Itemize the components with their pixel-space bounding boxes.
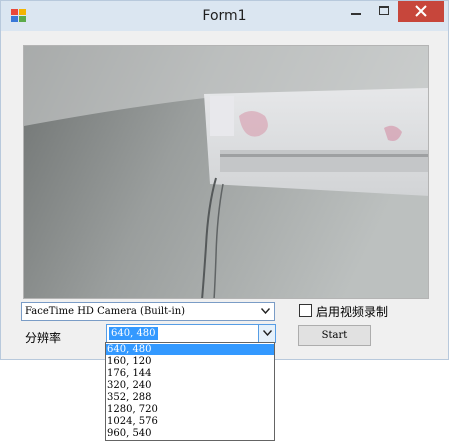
maximize-button[interactable]: [371, 1, 397, 22]
title-bar[interactable]: Form1: [1, 1, 448, 31]
close-icon: [415, 5, 427, 17]
record-video-label[interactable]: 启用视频录制: [316, 303, 388, 320]
resolution-dropdown-list: 640, 480 160, 120 176, 144 320, 240 352,…: [105, 342, 275, 441]
camera-select-arrow[interactable]: [257, 303, 274, 320]
resolution-option[interactable]: 1280, 720: [106, 404, 274, 415]
camera-select-value: FaceTime HD Camera (Built-in): [25, 306, 186, 317]
camera-select[interactable]: FaceTime HD Camera (Built-in): [21, 302, 275, 321]
start-button[interactable]: Start: [298, 325, 371, 346]
resolution-option[interactable]: 960, 540: [106, 428, 274, 439]
camera-preview: [23, 45, 429, 299]
camera-frame-image: [24, 46, 428, 298]
resolution-select-arrow[interactable]: [258, 325, 275, 342]
maximize-icon: [379, 6, 389, 15]
resolution-select-value: 640, 480: [109, 327, 158, 340]
chevron-down-icon: [263, 330, 272, 336]
app-window: Form1 FaceTime HD Camera (Built-in) 启用视频…: [0, 0, 449, 360]
resolution-option[interactable]: 160, 120: [106, 356, 274, 367]
chevron-down-icon: [261, 308, 270, 314]
minimize-button[interactable]: [343, 1, 369, 22]
resolution-option[interactable]: 640, 480: [106, 344, 274, 355]
resolution-label: 分辨率: [25, 331, 62, 345]
resolution-option[interactable]: 1024, 576: [106, 416, 274, 427]
resolution-option[interactable]: 176, 144: [106, 368, 274, 379]
resolution-option[interactable]: 352, 288: [106, 392, 274, 403]
close-button[interactable]: [398, 1, 444, 22]
form-client-area: FaceTime HD Camera (Built-in) 启用视频录制 分辨率…: [9, 31, 441, 353]
record-video-checkbox[interactable]: [299, 304, 312, 317]
resolution-option[interactable]: 320, 240: [106, 380, 274, 391]
minimize-icon: [351, 13, 361, 15]
resolution-select[interactable]: 640, 480: [106, 324, 276, 343]
